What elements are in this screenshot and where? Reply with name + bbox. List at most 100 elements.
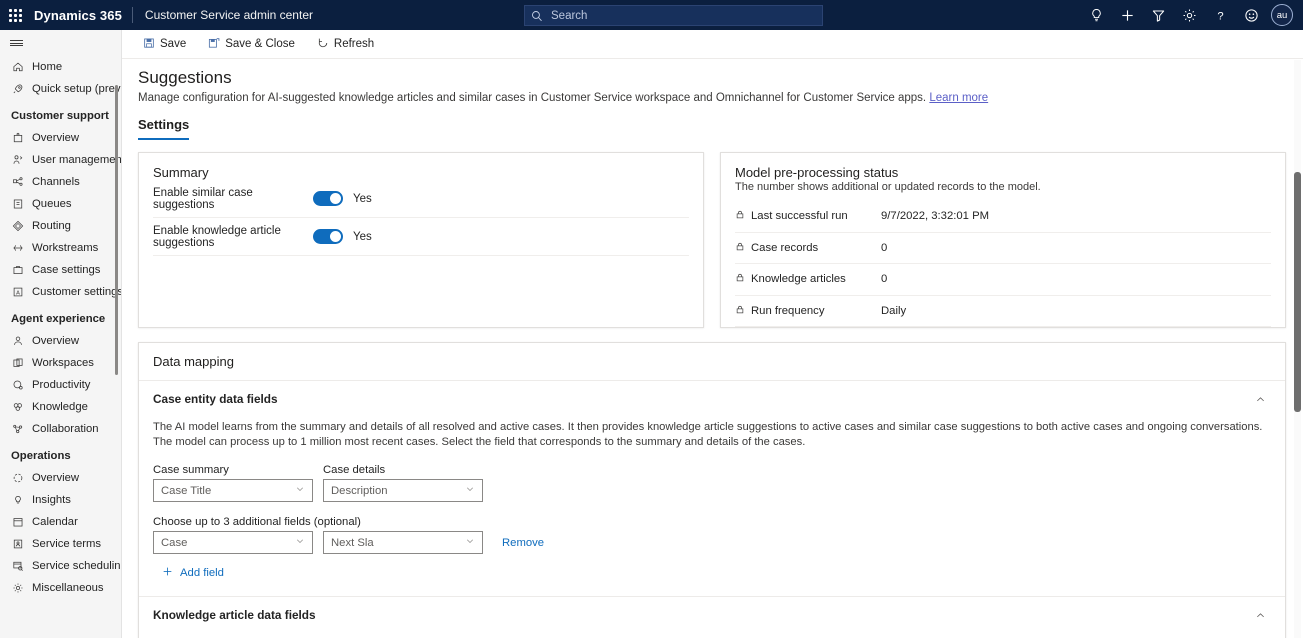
stat-label-text: Run frequency: [751, 305, 824, 317]
person-icon: [11, 335, 24, 348]
sidebar-item-workspaces[interactable]: Workspaces: [0, 352, 121, 374]
customer-icon: A: [11, 286, 24, 299]
sidebar-item-service-scheduling[interactable]: Service scheduling: [0, 555, 121, 577]
summary-row-label: Enable similar case suggestions: [153, 187, 313, 211]
stat-value: Daily: [881, 305, 906, 317]
tab-settings[interactable]: Settings: [138, 117, 189, 140]
chevron-up-icon[interactable]: [1249, 604, 1271, 626]
lock-icon: [735, 209, 745, 223]
sidebar-item-collaboration[interactable]: Collaboration: [0, 418, 121, 440]
additional-fields-row: Case Next Sla Remove: [153, 531, 1271, 554]
sidebar-item-workstreams[interactable]: Workstreams: [0, 237, 121, 259]
sidebar-item-label: Overview: [32, 132, 79, 144]
service-terms-icon: [11, 538, 24, 551]
page-title: Suggestions: [138, 68, 1303, 88]
sidebar-item-case-settings[interactable]: Case settings: [0, 259, 121, 281]
channels-icon: [11, 176, 24, 189]
case-entity-description: The AI model learns from the summary and…: [153, 420, 1268, 450]
sidebar-item-label: Workspaces: [32, 357, 94, 369]
page-scrollbar-thumb[interactable]: [1294, 172, 1301, 412]
sidebar-item-label: Miscellaneous: [32, 582, 104, 594]
lock-icon: [735, 272, 745, 286]
sidebar-item-channels[interactable]: Channels: [0, 171, 121, 193]
hamburger-icon[interactable]: [0, 30, 122, 56]
service-scheduling-icon: [11, 560, 24, 573]
gear-icon[interactable]: [1174, 0, 1205, 30]
save-and-close-button[interactable]: Save & Close: [199, 31, 304, 57]
sidebar-item-routing[interactable]: Routing: [0, 215, 121, 237]
appbar-actions: ? au: [1081, 0, 1299, 30]
global-search[interactable]: [524, 5, 823, 26]
knowledge-article-section-header: Knowledge article data fields: [153, 597, 1271, 626]
question-icon[interactable]: ?: [1205, 0, 1236, 30]
learn-more-link[interactable]: Learn more: [929, 92, 988, 104]
refresh-button-label: Refresh: [334, 38, 374, 50]
smiley-icon[interactable]: [1236, 0, 1267, 30]
sidebar-item-label: Service terms: [32, 538, 101, 550]
sidebar-item-label: Quick setup (previ...: [32, 83, 121, 95]
sidebar-item-label: Channels: [32, 176, 80, 188]
sidebar-item-home[interactable]: Home: [0, 56, 121, 78]
enable-similar-case-suggestions-toggle[interactable]: [313, 191, 343, 206]
brand-label: Dynamics 365: [30, 8, 132, 23]
sidebar-item-customer-settings[interactable]: A Customer settings: [0, 281, 121, 303]
save-and-close-button-label: Save & Close: [225, 38, 295, 50]
case-entity-section-title: Case entity data fields: [153, 392, 278, 406]
sidebar-item-service-terms[interactable]: Service terms: [0, 533, 121, 555]
sidebar-item-knowledge[interactable]: Knowledge: [0, 396, 121, 418]
chevron-up-icon[interactable]: [1249, 388, 1271, 410]
stat-label: Last successful run: [735, 209, 881, 223]
add-field-label: Add field: [180, 567, 224, 579]
sidebar-item-cs-overview[interactable]: Overview: [0, 127, 121, 149]
sidebar-item-calendar[interactable]: Calendar: [0, 511, 121, 533]
sidebar-item-insights[interactable]: Insights: [0, 489, 121, 511]
sidebar-item-ae-overview[interactable]: Overview: [0, 330, 121, 352]
tab-list: Settings: [138, 117, 1303, 140]
case-details-label: Case details: [323, 464, 483, 476]
stat-value: 0: [881, 242, 887, 254]
filter-icon[interactable]: [1143, 0, 1174, 30]
sidebar-item-op-overview[interactable]: Overview: [0, 467, 121, 489]
miscellaneous-icon: [11, 582, 24, 595]
additional-field-value: Next Sla: [331, 537, 374, 549]
lightbulb-icon[interactable]: [1081, 0, 1112, 30]
sidebar-item-label: Collaboration: [32, 423, 99, 435]
overview-icon: [11, 132, 24, 145]
field-labels-row: Case summary Case details: [153, 464, 1271, 476]
sidebar-item-queues[interactable]: Queues: [0, 193, 121, 215]
sidebar-item-miscellaneous[interactable]: Miscellaneous: [0, 577, 121, 599]
chevron-down-icon: [295, 484, 305, 497]
svg-text:?: ?: [1217, 10, 1223, 22]
plus-icon[interactable]: [1112, 0, 1143, 30]
data-mapping-title: Data mapping: [139, 343, 1285, 380]
avatar[interactable]: au: [1271, 4, 1293, 26]
case-entity-section: Case entity data fields The AI model lea…: [139, 380, 1285, 596]
stat-value: 9/7/2022, 3:32:01 PM: [881, 210, 989, 222]
sidebar-scrollbar[interactable]: [115, 85, 118, 375]
waffle-icon[interactable]: [0, 0, 30, 30]
additional-entity-dropdown[interactable]: Case: [153, 531, 313, 554]
additional-field-dropdown[interactable]: Next Sla: [323, 531, 483, 554]
case-entity-section-header: Case entity data fields: [153, 381, 1271, 410]
refresh-button[interactable]: Refresh: [308, 31, 383, 57]
sidebar-item-label: Case settings: [32, 264, 100, 276]
search-input[interactable]: [549, 9, 816, 23]
sidebar-item-label: Insights: [32, 494, 71, 506]
sidebar-item-quick-setup[interactable]: Quick setup (previ...: [0, 78, 121, 100]
sidebar-item-user-management[interactable]: User management: [0, 149, 121, 171]
page-subtitle: Manage configuration for AI-suggested kn…: [138, 92, 1303, 104]
save-button[interactable]: Save: [134, 31, 195, 57]
model-status-subtitle: The number shows additional or updated r…: [721, 180, 1285, 193]
remove-field-button[interactable]: Remove: [502, 537, 544, 549]
sidebar-item-label: Customer settings: [32, 286, 121, 298]
app-name-label: Customer Service admin center: [133, 8, 313, 22]
save-button-label: Save: [160, 38, 186, 50]
summary-row-similar-case: Enable similar case suggestions Yes: [153, 180, 689, 218]
sidebar-item-productivity[interactable]: Productivity: [0, 374, 121, 396]
case-summary-dropdown[interactable]: Case Title: [153, 479, 313, 502]
routing-icon: [11, 220, 24, 233]
enable-knowledge-article-suggestions-toggle[interactable]: [313, 229, 343, 244]
case-details-dropdown[interactable]: Description: [323, 479, 483, 502]
sidebar-item-label: User management: [32, 154, 121, 166]
add-field-button[interactable]: Add field: [162, 566, 1271, 580]
